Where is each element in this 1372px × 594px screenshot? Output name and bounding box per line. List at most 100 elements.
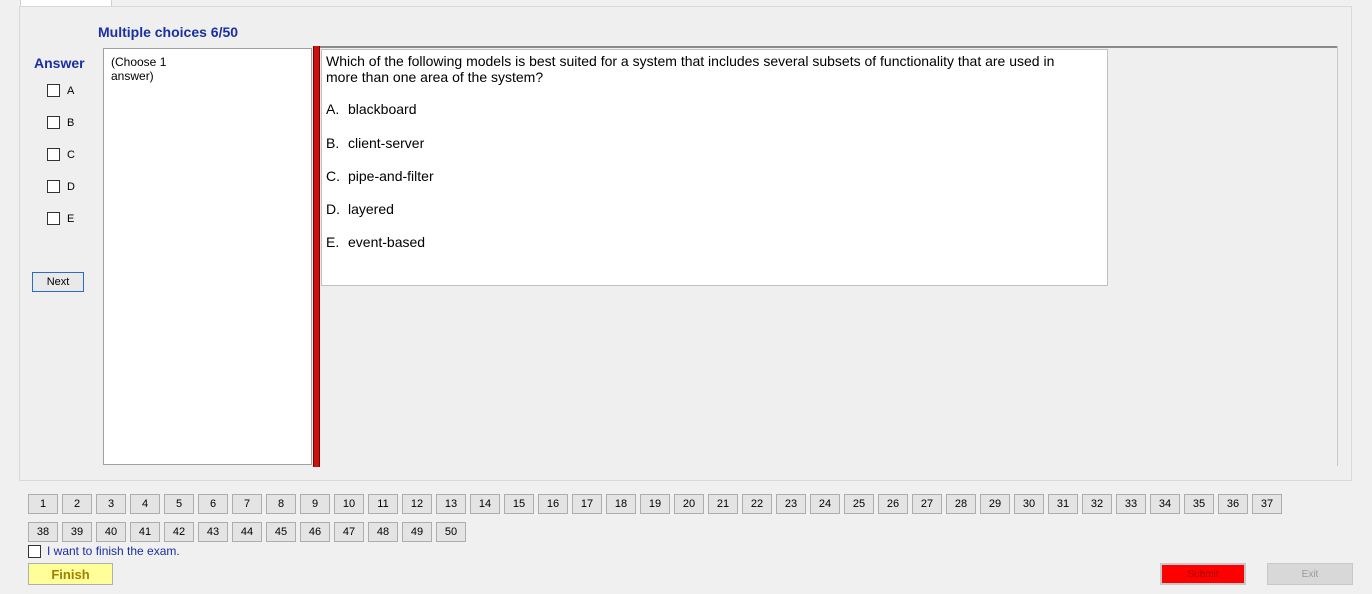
- question-nav-button-36[interactable]: 36: [1218, 494, 1248, 514]
- question-option: A. blackboard: [326, 101, 417, 117]
- question-nav-button-27[interactable]: 27: [912, 494, 942, 514]
- question-nav-button-45[interactable]: 45: [266, 522, 296, 542]
- question-nav-button-32[interactable]: 32: [1082, 494, 1112, 514]
- question-option: C. pipe-and-filter: [326, 168, 434, 184]
- splitter-bar[interactable]: [313, 46, 320, 467]
- question-nav-button-35[interactable]: 35: [1184, 494, 1214, 514]
- question-option: E. event-based: [326, 234, 425, 250]
- question-nav-button-8[interactable]: 8: [266, 494, 296, 514]
- question-nav-button-10[interactable]: 10: [334, 494, 364, 514]
- question-option: B. client-server: [326, 135, 424, 151]
- question-nav-button-31[interactable]: 31: [1048, 494, 1078, 514]
- question-nav-button-16[interactable]: 16: [538, 494, 568, 514]
- option-letter: B.: [326, 135, 340, 151]
- question-nav-button-7[interactable]: 7: [232, 494, 262, 514]
- question-nav-button-4[interactable]: 4: [130, 494, 160, 514]
- option-text: layered: [348, 201, 394, 217]
- answer-label: Answer: [34, 55, 85, 71]
- question-nav-button-39[interactable]: 39: [62, 522, 92, 542]
- question-nav-button-5[interactable]: 5: [164, 494, 194, 514]
- exit-button[interactable]: Exit: [1267, 563, 1353, 585]
- question-nav-button-23[interactable]: 23: [776, 494, 806, 514]
- question-nav-button-43[interactable]: 43: [198, 522, 228, 542]
- answer-option-label: D: [67, 180, 75, 193]
- checkbox-e[interactable]: [47, 212, 60, 225]
- question-nav-button-14[interactable]: 14: [470, 494, 500, 514]
- question-nav-button-25[interactable]: 25: [844, 494, 874, 514]
- checkbox-d[interactable]: [47, 180, 60, 193]
- checkbox-b[interactable]: [47, 116, 60, 129]
- instruction-line: answer): [111, 69, 154, 83]
- checkbox-a[interactable]: [47, 84, 60, 97]
- question-nav-button-9[interactable]: 9: [300, 494, 330, 514]
- question-nav-button-42[interactable]: 42: [164, 522, 194, 542]
- question-text: Which of the following models is best su…: [326, 53, 1055, 85]
- question-box: Which of the following models is best su…: [321, 49, 1108, 286]
- finish-exam-checkbox[interactable]: I want to finish the exam.: [28, 544, 180, 558]
- question-nav-button-1[interactable]: 1: [28, 494, 58, 514]
- question-nav-button-17[interactable]: 17: [572, 494, 602, 514]
- question-nav-button-6[interactable]: 6: [198, 494, 228, 514]
- question-nav-button-30[interactable]: 30: [1014, 494, 1044, 514]
- question-nav-button-22[interactable]: 22: [742, 494, 772, 514]
- answer-option-d[interactable]: D: [47, 180, 75, 193]
- question-nav-button-50[interactable]: 50: [436, 522, 466, 542]
- instruction-line: (Choose 1: [111, 55, 167, 69]
- divider: [1337, 46, 1338, 466]
- question-nav-button-46[interactable]: 46: [300, 522, 330, 542]
- question-nav-button-21[interactable]: 21: [708, 494, 738, 514]
- question-nav-button-49[interactable]: 49: [402, 522, 432, 542]
- question-nav-button-40[interactable]: 40: [96, 522, 126, 542]
- question-nav-button-3[interactable]: 3: [96, 494, 126, 514]
- question-nav-button-24[interactable]: 24: [810, 494, 840, 514]
- finish-button[interactable]: Finish: [28, 563, 113, 585]
- answer-option-label: A: [67, 84, 75, 97]
- answer-option-label: E: [67, 212, 75, 225]
- question-nav-button-12[interactable]: 12: [402, 494, 432, 514]
- answer-option-c[interactable]: C: [47, 148, 75, 161]
- question-nav-button-33[interactable]: 33: [1116, 494, 1146, 514]
- instruction-box: (Choose 1 answer): [103, 48, 312, 465]
- option-letter: C.: [326, 168, 340, 184]
- question-nav-button-47[interactable]: 47: [334, 522, 364, 542]
- question-nav-button-15[interactable]: 15: [504, 494, 534, 514]
- exam-window: Multiple choices 6/50 Answer A B C D E N…: [0, 0, 1372, 594]
- question-nav-button-34[interactable]: 34: [1150, 494, 1180, 514]
- page-title: Multiple choices 6/50: [98, 24, 239, 40]
- option-letter: D.: [326, 201, 340, 217]
- option-text: pipe-and-filter: [348, 168, 434, 184]
- question-nav-row: 1 2 3 4 5 6 7 8 9 10 11 12 13 14 15 16 17 18 19 20 21 22 23 24 2…: [28, 494, 1286, 514]
- question-nav-button-26[interactable]: 26: [878, 494, 908, 514]
- submit-button[interactable]: Submit: [1160, 563, 1246, 585]
- question-nav-button-48[interactable]: 48: [368, 522, 398, 542]
- question-nav-button-28[interactable]: 28: [946, 494, 976, 514]
- question-nav-row: 38 39 40 41 42 43 44 45 46 47 48 49 50: [28, 522, 470, 542]
- question-nav-button-18[interactable]: 18: [606, 494, 636, 514]
- question-nav-button-20[interactable]: 20: [674, 494, 704, 514]
- question-nav-button-11[interactable]: 11: [368, 494, 398, 514]
- checkbox-c[interactable]: [47, 148, 60, 161]
- question-nav-button-41[interactable]: 41: [130, 522, 160, 542]
- answer-option-label: C: [67, 148, 75, 161]
- question-nav-button-44[interactable]: 44: [232, 522, 262, 542]
- question-nav-button-19[interactable]: 19: [640, 494, 670, 514]
- finish-checkbox-label: I want to finish the exam.: [47, 544, 180, 558]
- checkbox[interactable]: [28, 544, 41, 558]
- divider: [320, 46, 1338, 48]
- question-nav-button-38[interactable]: 38: [28, 522, 58, 542]
- option-letter: E.: [326, 234, 340, 250]
- option-text: blackboard: [348, 101, 417, 117]
- answer-option-b[interactable]: B: [47, 116, 74, 129]
- question-nav-button-13[interactable]: 13: [436, 494, 466, 514]
- answer-option-e[interactable]: E: [47, 212, 74, 225]
- option-letter: A.: [326, 101, 340, 117]
- option-text: event-based: [348, 234, 426, 250]
- option-text: client-server: [348, 135, 425, 151]
- answer-option-label: B: [67, 116, 75, 129]
- question-nav-button-29[interactable]: 29: [980, 494, 1010, 514]
- next-button[interactable]: Next: [32, 272, 84, 292]
- question-nav-button-37[interactable]: 37: [1252, 494, 1282, 514]
- answer-option-a[interactable]: A: [47, 84, 74, 97]
- question-option: D. layered: [326, 201, 394, 217]
- question-nav-button-2[interactable]: 2: [62, 494, 92, 514]
